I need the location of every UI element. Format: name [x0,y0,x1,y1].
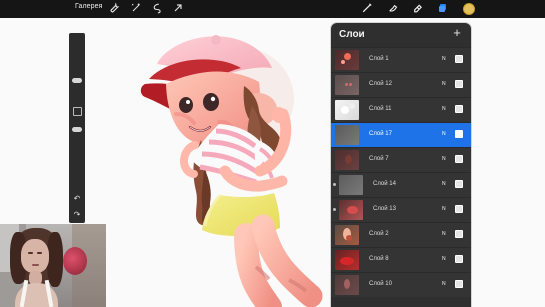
visibility-checkbox[interactable] [455,280,463,288]
layer-name: Слой 8 [369,256,389,262]
blend-mode-label: N [442,256,446,262]
wand-icon[interactable] [130,2,142,14]
layer-thumbnail [335,150,359,170]
visibility-checkbox[interactable] [455,105,463,113]
layers-header: Слои + [331,23,471,47]
blend-mode-label: N [442,56,446,62]
wrench-icon[interactable] [108,2,120,14]
blend-mode-label: N [442,206,446,212]
visibility-checkbox[interactable] [455,55,463,63]
selection-icon[interactable] [151,2,163,14]
brush-icon[interactable] [361,2,373,14]
layer-name: Слой 7 [369,156,389,162]
layer-name: Слой 13 [373,206,396,212]
blend-mode-label: N [442,81,446,87]
layer-row-13[interactable]: Слой 13 N [331,197,471,222]
layer-name: Слой 2 [369,231,389,237]
eraser-icon[interactable] [412,2,424,14]
layer-name: Слой 11 [369,106,392,112]
modifier-button[interactable] [73,107,82,116]
layer-row-2[interactable]: Слой 2 N [331,222,471,247]
character-artwork [140,35,323,307]
webcam-overlay [0,224,106,307]
layer-row-12[interactable]: Слой 12 N [331,72,471,97]
layer-name: Слой 12 [369,81,392,87]
layer-list: Слой 1 N Слой 12 N Слой 11 N Слой 17 N С… [331,47,471,297]
procreate-screen: Галерея ↶ ↷ Слои + Слой 1 N Слой 12 N Сл… [0,0,545,307]
webcam-hair-right [47,232,63,287]
visibility-checkbox[interactable] [455,155,463,163]
layer-thumbnail [335,50,359,70]
group-indicator [333,183,336,186]
layer-name: Слой 17 [369,131,392,137]
visibility-checkbox[interactable] [455,80,463,88]
layer-row-10[interactable]: Слой 10 N [331,272,471,297]
layer-thumbnail [335,100,359,120]
webcam-plant [63,247,87,275]
blend-mode-label: N [442,131,446,137]
layer-row-8[interactable]: Слой 8 N [331,247,471,272]
layer-thumbnail [335,125,359,145]
layer-row-7[interactable]: Слой 7 N [331,147,471,172]
opacity-slider[interactable] [72,127,82,132]
arrow-icon[interactable] [172,2,184,14]
layer-name: Слой 10 [369,281,392,287]
layer-row-14[interactable]: Слой 14 N [331,172,471,197]
layer-row-1[interactable]: Слой 1 N [331,47,471,72]
webcam-mouth [32,264,39,266]
visibility-checkbox[interactable] [455,130,463,138]
layer-thumbnail [339,175,363,195]
add-layer-button[interactable]: + [451,26,463,40]
visibility-checkbox[interactable] [455,205,463,213]
layer-name: Слой 14 [373,181,396,187]
blend-mode-label: N [442,181,446,187]
visibility-checkbox[interactable] [455,230,463,238]
group-indicator [333,208,336,211]
webcam-eye-left [28,252,33,254]
brush-size-slider[interactable] [72,78,82,83]
blend-mode-label: N [442,156,446,162]
layer-name: Слой 1 [369,56,389,62]
layer-thumbnail [335,250,359,270]
blend-mode-label: N [442,231,446,237]
gallery-button[interactable]: Галерея [75,3,103,10]
left-sidebar: ↶ ↷ [69,33,85,223]
layer-thumbnail [335,275,359,295]
layer-row-11[interactable]: Слой 11 N [331,97,471,122]
layer-thumbnail [335,75,359,95]
blend-mode-label: N [442,106,446,112]
layer-thumbnail [339,200,363,220]
smudge-icon[interactable] [387,2,399,14]
layer-thumbnail [335,225,359,245]
visibility-checkbox[interactable] [455,255,463,263]
layers-title: Слои [339,29,365,40]
drawing-canvas[interactable] [69,18,545,307]
color-swatch[interactable] [463,3,475,15]
visibility-checkbox[interactable] [455,180,463,188]
layers-panel: Слои + Слой 1 N Слой 12 N Слой 11 N Слой… [331,23,471,307]
top-toolbar: Галерея [0,0,545,18]
layers-icon[interactable] [437,2,449,14]
undo-icon[interactable]: ↶ [72,194,82,204]
webcam-eye-right [37,252,42,254]
webcam-face [21,239,49,273]
layer-row-17[interactable]: Слой 17 N [331,122,471,147]
blend-mode-label: N [442,281,446,287]
redo-icon[interactable]: ↷ [72,210,82,220]
